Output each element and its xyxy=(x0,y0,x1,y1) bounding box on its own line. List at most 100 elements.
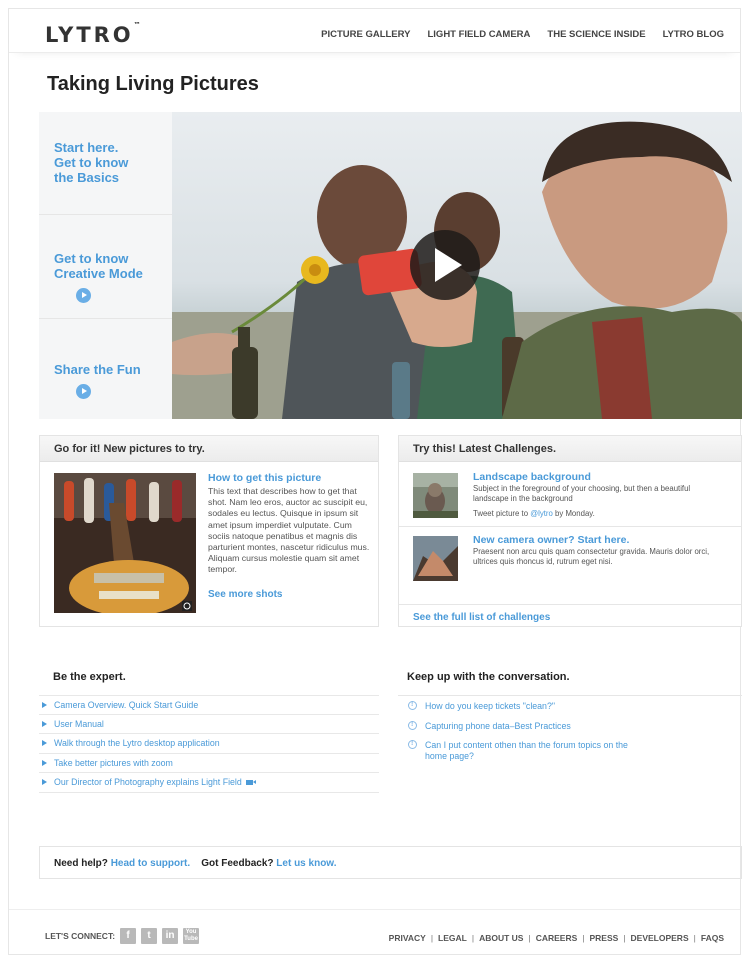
tweet-prefix: Tweet picture to xyxy=(473,509,531,518)
expert-heading: Be the expert. xyxy=(53,671,126,683)
forum-topic-label: Can I put content othen than the forum t… xyxy=(425,740,628,761)
hero-tab-share[interactable]: Share the Fun xyxy=(39,318,172,419)
feature-title-link[interactable]: How to get this picture xyxy=(208,472,374,484)
conversation-heading: Keep up with the conversation. xyxy=(407,671,570,683)
challenge-tweet-note: Tweet picture to @lytro by Monday. xyxy=(473,509,723,518)
challenge-divider xyxy=(399,526,741,527)
top-nav: PICTURE GALLERY LIGHT FIELD CAMERA THE S… xyxy=(321,29,724,40)
feedback-label: Got Feedback? xyxy=(201,858,274,869)
hero-tab-share-label: Share the Fun xyxy=(54,362,141,377)
nav-science-inside[interactable]: THE SCIENCE INSIDE xyxy=(547,29,645,40)
hero-sidebar: Start here. Get to know the Basics Get t… xyxy=(39,112,172,419)
challenge-text: Landscape background Subject in the fore… xyxy=(473,471,723,518)
landscape-thumbnail-image xyxy=(413,473,458,518)
video-camera-icon xyxy=(245,780,256,786)
hero-photo-image xyxy=(172,112,742,419)
footer-link-privacy[interactable]: PRIVACY xyxy=(389,933,426,943)
expert-link[interactable]: Our Director of Photography explains Lig… xyxy=(39,773,379,793)
footer-nav: PRIVACY | LEGAL | ABOUT US | CAREERS | P… xyxy=(389,933,724,943)
twitter-icon[interactable]: t xyxy=(141,928,158,944)
need-help-label: Need help? xyxy=(54,858,108,869)
challenge-divider xyxy=(399,604,741,605)
nav-light-field-camera[interactable]: LIGHT FIELD CAMERA xyxy=(427,29,530,40)
expert-link-label: Take better pictures with zoom xyxy=(54,757,173,768)
nav-lytro-blog[interactable]: LYTRO BLOG xyxy=(663,29,724,40)
speech-bubble-icon xyxy=(408,739,417,750)
challenge-description: Subject in the foreground of your choosi… xyxy=(473,484,691,503)
tweet-suffix: by Monday. xyxy=(552,509,595,518)
feature-guitar-image[interactable] xyxy=(54,473,196,613)
challenge-title-link[interactable]: Landscape background xyxy=(473,471,723,483)
triangle-bullet-icon xyxy=(42,720,47,727)
expert-link[interactable]: Camera Overview. Quick Start Guide xyxy=(39,695,379,715)
footer-link-press[interactable]: PRESS xyxy=(589,933,618,943)
site-header: LYTRO™ PICTURE GALLERY LIGHT FIELD CAMER… xyxy=(9,9,740,53)
triangle-bullet-icon xyxy=(42,740,47,746)
forum-topic-link[interactable]: Can I put content othen than the forum t… xyxy=(406,739,646,761)
page-title: Taking Living Pictures xyxy=(47,73,259,95)
head-to-support-link[interactable]: Head to support. xyxy=(111,858,190,869)
hero-tab-basics[interactable]: Start here. Get to know the Basics xyxy=(39,112,172,214)
new-pictures-heading: Go for it! New pictures to try. xyxy=(40,436,378,462)
triangle-bullet-icon xyxy=(42,779,47,785)
help-bar: Need help? Head to support. Got Feedback… xyxy=(39,846,742,879)
footer-link-faqs[interactable]: FAQS xyxy=(701,933,724,943)
conversation-links: How do you keep tickets "clean?" Capturi… xyxy=(406,700,646,770)
forum-topic-label: How do you keep tickets "clean?" xyxy=(425,701,555,711)
feature-body: How to get this picture This text that d… xyxy=(208,472,374,576)
hero-tab-basics-label: Start here. Get to know the Basics xyxy=(54,140,129,185)
expert-link[interactable]: Walk through the Lytro desktop applicati… xyxy=(39,734,379,754)
footer-link-legal[interactable]: LEGAL xyxy=(438,933,467,943)
logo-trademark: ™ xyxy=(133,21,141,29)
page-frame: LYTRO™ PICTURE GALLERY LIGHT FIELD CAMER… xyxy=(8,8,742,955)
expert-link-label: Our Director of Photography explains Lig… xyxy=(54,777,242,787)
speech-bubble-icon xyxy=(408,720,417,730)
expert-link-label: Walk through the Lytro desktop applicati… xyxy=(54,738,220,748)
full-challenges-list-link[interactable]: See the full list of challenges xyxy=(413,612,550,623)
speech-bubble-icon xyxy=(408,700,417,711)
site-footer: LET'S CONNECT: f t in You Tube PRIVACY |… xyxy=(9,909,740,955)
youtube-icon[interactable]: You Tube xyxy=(183,928,200,944)
challenge-thumbnail[interactable] xyxy=(413,536,458,581)
footer-link-about-us[interactable]: ABOUT US xyxy=(479,933,523,943)
challenge-title-link[interactable]: New camera owner? Start here. xyxy=(473,534,723,546)
logo-text: LYTRO xyxy=(45,23,134,47)
footer-separator: | xyxy=(582,933,585,943)
conversation-divider xyxy=(398,695,742,696)
hero: Start here. Get to know the Basics Get t… xyxy=(39,112,742,419)
social-connect: LET'S CONNECT: f t in You Tube xyxy=(45,928,200,944)
linkedin-icon[interactable]: in xyxy=(162,928,179,944)
feature-description: This text that describes how to get that… xyxy=(208,486,370,575)
forum-topic-link[interactable]: How do you keep tickets "clean?" xyxy=(406,700,646,712)
footer-separator: | xyxy=(430,933,434,943)
hero-tab-creative-mode[interactable]: Get to know Creative Mode xyxy=(39,214,172,318)
expert-links: Camera Overview. Quick Start Guide User … xyxy=(39,695,379,793)
hero-video[interactable] xyxy=(172,112,742,419)
play-circle-icon[interactable] xyxy=(76,288,91,303)
see-more-shots-link[interactable]: See more shots xyxy=(208,589,282,600)
facebook-icon[interactable]: f xyxy=(120,928,137,944)
nav-picture-gallery[interactable]: PICTURE GALLERY xyxy=(321,29,410,40)
footer-link-developers[interactable]: DEVELOPERS xyxy=(631,933,689,943)
expert-link[interactable]: Take better pictures with zoom xyxy=(39,754,379,773)
lytro-logo[interactable]: LYTRO™ xyxy=(45,21,141,47)
play-circle-icon[interactable] xyxy=(76,384,91,399)
footer-separator: | xyxy=(528,933,531,943)
lets-connect-label: LET'S CONNECT: xyxy=(45,931,116,941)
triangle-bullet-icon xyxy=(42,759,47,766)
expert-link-label: Camera Overview. Quick Start Guide xyxy=(54,700,199,710)
footer-link-careers[interactable]: CAREERS xyxy=(536,933,578,943)
challenges-panel: Try this! Latest Challenges. Landscape b… xyxy=(398,435,742,627)
forum-topic-link[interactable]: Capturing phone data–Best Practices xyxy=(406,720,646,732)
footer-separator: | xyxy=(693,933,696,943)
lytro-twitter-handle-link[interactable]: @lytro xyxy=(530,509,553,518)
guitar-photo xyxy=(54,473,196,613)
challenges-heading: Try this! Latest Challenges. xyxy=(399,436,741,462)
challenge-thumbnail[interactable] xyxy=(413,473,458,518)
footer-separator: | xyxy=(471,933,475,943)
let-us-know-link[interactable]: Let us know. xyxy=(276,858,336,869)
footer-separator: | xyxy=(623,933,626,943)
camera-owner-thumbnail-image xyxy=(413,536,458,581)
forum-topic-label: Capturing phone data–Best Practices xyxy=(425,720,571,731)
expert-link[interactable]: User Manual xyxy=(39,715,379,734)
